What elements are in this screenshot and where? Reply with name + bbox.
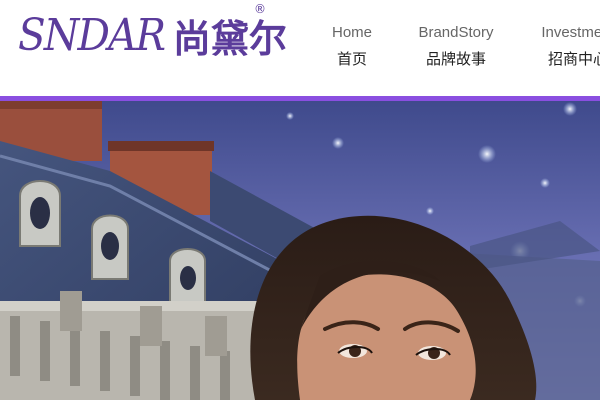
page: SNDAR 尚黛尔 ® Home 首页 BrandStory 品牌故事 Inve… (0, 0, 600, 400)
nav-item-en-label: BrandStory (418, 24, 494, 41)
nav-item-brand-story[interactable]: BrandStory 品牌故事 (404, 20, 508, 72)
brand-logo-latin: SNDAR (18, 10, 166, 61)
nav-item-home[interactable]: Home 首页 (300, 20, 404, 72)
nav-item-en-label: Investment (541, 24, 600, 41)
nav-item-cn-label: 首页 (336, 50, 367, 68)
registered-mark: ® (254, 2, 266, 16)
main-nav: Home 首页 BrandStory 品牌故事 Investment 招商中心 (300, 20, 600, 72)
brand-logo[interactable]: SNDAR 尚黛尔 (18, 10, 287, 61)
nav-item-cn-label: 招商中心 (547, 50, 600, 68)
brand-logo-chinese: 尚黛尔 (172, 17, 287, 61)
hero-banner-image (0, 101, 600, 400)
nav-item-investment[interactable]: Investment 招商中心 (508, 20, 600, 72)
hero-banner[interactable] (0, 101, 600, 400)
nav-item-cn-label: 品牌故事 (425, 50, 486, 68)
site-header: SNDAR 尚黛尔 ® Home 首页 BrandStory 品牌故事 Inve… (0, 0, 600, 96)
nav-item-en-label: Home (331, 24, 372, 41)
